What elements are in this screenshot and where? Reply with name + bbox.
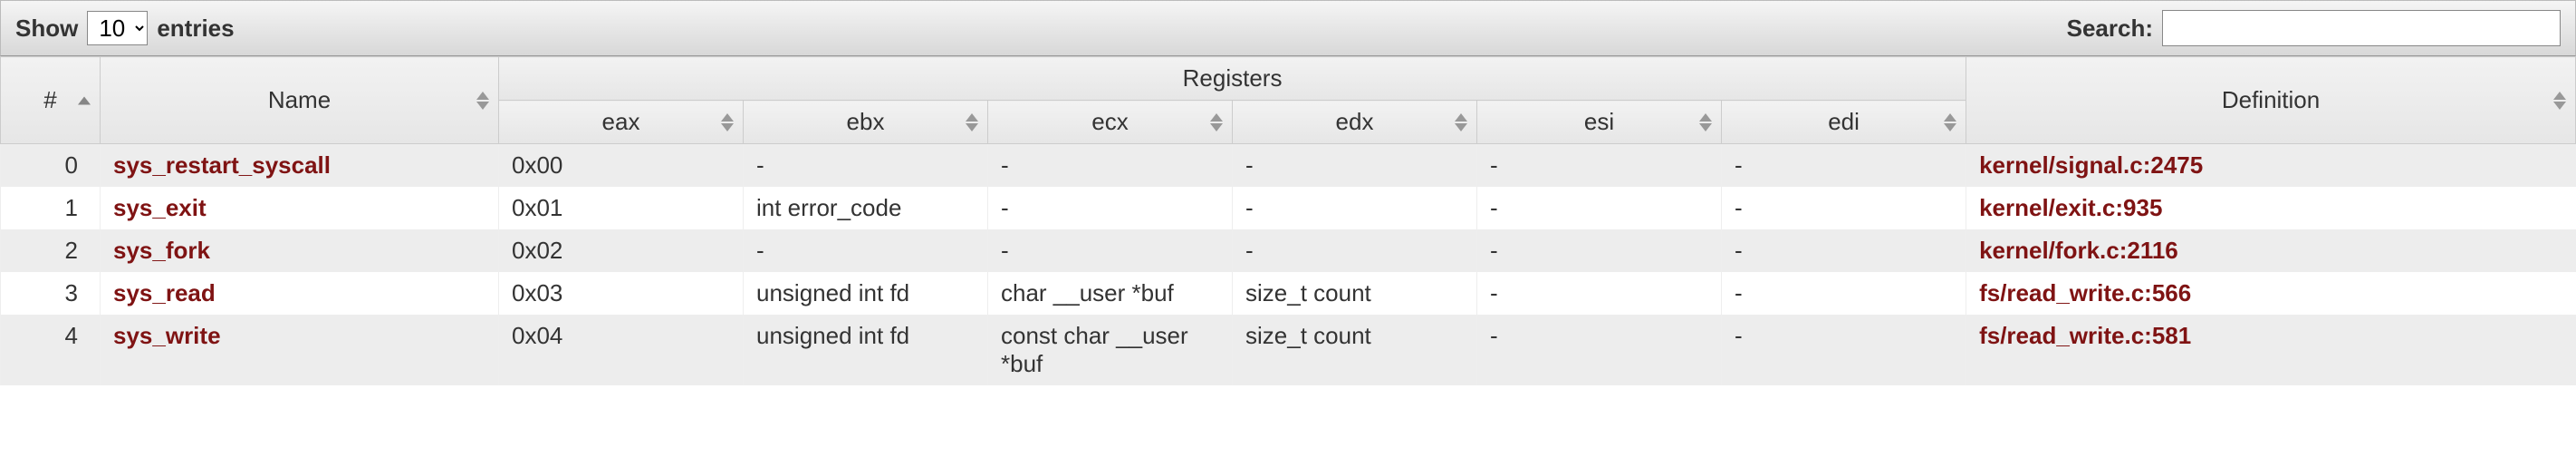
cell-def: kernel/fork.c:2116	[1966, 229, 2576, 272]
cell-esi: -	[1477, 187, 1722, 229]
col-header-ebx-label: ebx	[847, 108, 885, 135]
col-header-definition-label: Definition	[2222, 86, 2320, 113]
cell-def: kernel/exit.c:935	[1966, 187, 2576, 229]
col-header-edi-label: edi	[1828, 108, 1860, 135]
cell-num: 4	[1, 315, 101, 385]
cell-name: sys_restart_syscall	[101, 144, 499, 188]
cell-num: 3	[1, 272, 101, 315]
syscall-name-link[interactable]: sys_fork	[113, 237, 210, 264]
col-header-registers-label: Registers	[1183, 64, 1283, 92]
cell-edx: -	[1233, 144, 1477, 188]
entries-select[interactable]: 10	[87, 11, 148, 45]
cell-edx: size_t count	[1233, 272, 1477, 315]
col-header-num[interactable]: #	[1, 57, 101, 144]
col-header-definition[interactable]: Definition	[1966, 57, 2576, 144]
sort-icon[interactable]	[721, 113, 734, 131]
cell-esi: -	[1477, 229, 1722, 272]
col-header-eax-label: eax	[602, 108, 640, 135]
syscall-table: # Name Registers Definition eax ebx	[0, 56, 2576, 385]
cell-eax: 0x04	[499, 315, 744, 385]
col-header-ecx[interactable]: ecx	[988, 101, 1233, 144]
cell-esi: -	[1477, 144, 1722, 188]
col-header-registers-group: Registers	[499, 57, 1966, 101]
cell-esi: -	[1477, 272, 1722, 315]
sort-icon[interactable]	[966, 113, 978, 131]
cell-eax: 0x01	[499, 187, 744, 229]
cell-ebx: unsigned int fd	[744, 272, 988, 315]
search-control: Search:	[2067, 10, 2561, 46]
syscall-name-link[interactable]: sys_restart_syscall	[113, 151, 331, 179]
cell-edx: -	[1233, 187, 1477, 229]
col-header-ecx-label: ecx	[1091, 108, 1128, 135]
syscall-name-link[interactable]: sys_write	[113, 322, 221, 349]
cell-ebx: unsigned int fd	[744, 315, 988, 385]
cell-eax: 0x00	[499, 144, 744, 188]
cell-ebx: int error_code	[744, 187, 988, 229]
definition-link[interactable]: kernel/fork.c:2116	[1979, 237, 2178, 264]
cell-eax: 0x03	[499, 272, 744, 315]
col-header-esi-label: esi	[1584, 108, 1614, 135]
cell-ecx: -	[988, 187, 1233, 229]
cell-ecx: -	[988, 229, 1233, 272]
cell-edx: -	[1233, 229, 1477, 272]
cell-edi: -	[1722, 272, 1966, 315]
cell-name: sys_exit	[101, 187, 499, 229]
cell-num: 1	[1, 187, 101, 229]
cell-edi: -	[1722, 229, 1966, 272]
cell-edi: -	[1722, 144, 1966, 188]
table-row: 3 sys_read 0x03unsigned int fdchar __user …	[1, 272, 2576, 315]
definition-link[interactable]: fs/read_write.c:566	[1979, 279, 2191, 306]
search-label: Search:	[2067, 15, 2153, 43]
col-header-edx[interactable]: edx	[1233, 101, 1477, 144]
table-row: 1sys_exit0x01int error_code----kernel/ex…	[1, 187, 2576, 229]
definition-link[interactable]: kernel/exit.c:935	[1979, 194, 2162, 221]
cell-name: sys_fork	[101, 229, 499, 272]
cell-ecx: const char __user *buf	[988, 315, 1233, 385]
search-input[interactable]	[2162, 10, 2561, 46]
show-label-post: entries	[157, 15, 234, 43]
sort-icon[interactable]	[2553, 92, 2566, 110]
cell-ebx: -	[744, 229, 988, 272]
entries-control: Show 10 entries	[15, 11, 235, 45]
cell-ecx: char __user *buf	[988, 272, 1233, 315]
table-controls-bar: Show 10 entries Search:	[0, 0, 2576, 56]
cell-ecx: -	[988, 144, 1233, 188]
cell-name: sys_read	[101, 272, 499, 315]
syscall-name-link[interactable]: sys_exit	[113, 194, 207, 221]
cell-edx: size_t count	[1233, 315, 1477, 385]
cell-def: kernel/signal.c:2475	[1966, 144, 2576, 188]
col-header-name[interactable]: Name	[101, 57, 499, 144]
sort-icon[interactable]	[1944, 113, 1956, 131]
col-header-ebx[interactable]: ebx	[744, 101, 988, 144]
col-header-eax[interactable]: eax	[499, 101, 744, 144]
cell-num: 0	[1, 144, 101, 188]
cell-eax: 0x02	[499, 229, 744, 272]
cell-ebx: -	[744, 144, 988, 188]
cell-name: sys_write	[101, 315, 499, 385]
cell-def: fs/read_write.c:566	[1966, 272, 2576, 315]
definition-link[interactable]: kernel/signal.c:2475	[1979, 151, 2203, 179]
table-row: 4 sys_write 0x04unsigned int fdconst char …	[1, 315, 2576, 385]
col-header-edx-label: edx	[1336, 108, 1374, 135]
sort-asc-icon[interactable]	[78, 96, 91, 104]
col-header-edi[interactable]: edi	[1722, 101, 1966, 144]
sort-icon[interactable]	[1210, 113, 1223, 131]
cell-edi: -	[1722, 315, 1966, 385]
syscall-name-link[interactable]: sys_read	[113, 279, 216, 306]
sort-icon[interactable]	[1699, 113, 1712, 131]
cell-esi: -	[1477, 315, 1722, 385]
table-row: 0sys_restart_syscall0x00-----kernel/sign…	[1, 144, 2576, 188]
sort-icon[interactable]	[1455, 113, 1467, 131]
col-header-num-label: #	[43, 86, 56, 113]
col-header-name-label: Name	[268, 86, 331, 113]
sort-icon[interactable]	[476, 92, 489, 110]
show-label-pre: Show	[15, 15, 78, 43]
cell-num: 2	[1, 229, 101, 272]
col-header-esi[interactable]: esi	[1477, 101, 1722, 144]
definition-link[interactable]: fs/read_write.c:581	[1979, 322, 2191, 349]
table-body: 0sys_restart_syscall0x00-----kernel/sign…	[1, 144, 2576, 386]
cell-def: fs/read_write.c:581	[1966, 315, 2576, 385]
cell-edi: -	[1722, 187, 1966, 229]
table-row: 2sys_fork0x02-----kernel/fork.c:2116	[1, 229, 2576, 272]
